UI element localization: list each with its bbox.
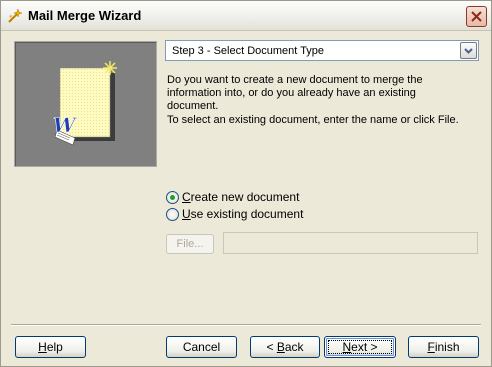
chevron-down-icon	[464, 48, 473, 54]
sparkle-icon	[103, 61, 117, 75]
create-new-document-label: Create new document	[182, 190, 300, 204]
svg-text:W: W	[53, 113, 78, 137]
close-button[interactable]	[466, 6, 487, 27]
mail-merge-wizard-window: Mail Merge Wizard W Step 3 - Select Docu…	[0, 0, 492, 367]
description-question: Do you want to create a new document to …	[167, 74, 423, 112]
cancel-button[interactable]: Cancel	[166, 336, 237, 358]
mail-merge-wand-icon	[8, 8, 23, 23]
description-instruction: To select an existing document, enter th…	[167, 114, 459, 126]
file-button[interactable]: File...	[166, 234, 214, 254]
radio-selected-icon	[166, 191, 179, 204]
back-button[interactable]: < Back	[250, 336, 320, 358]
button-separator	[11, 324, 481, 326]
document-illustration: W	[53, 61, 117, 146]
step-select-value: Step 3 - Select Document Type	[172, 45, 325, 57]
use-existing-document-label: Use existing document	[182, 207, 304, 221]
step-select-dropdown-button[interactable]	[460, 42, 477, 59]
step-select[interactable]: Step 3 - Select Document Type	[165, 40, 479, 61]
existing-document-path-input[interactable]	[223, 232, 478, 254]
finish-button[interactable]: Finish	[408, 336, 479, 358]
help-button[interactable]: Help	[15, 336, 86, 358]
wizard-illustration: W	[14, 41, 157, 167]
word-document-icon: W	[53, 113, 78, 146]
window-title: Mail Merge Wizard	[28, 8, 142, 23]
radio-unselected-icon	[166, 208, 179, 221]
next-button[interactable]: Next >	[324, 336, 396, 358]
title-bar[interactable]: Mail Merge Wizard	[1, 1, 491, 31]
focus-rectangle	[328, 340, 392, 354]
close-icon	[471, 11, 482, 22]
